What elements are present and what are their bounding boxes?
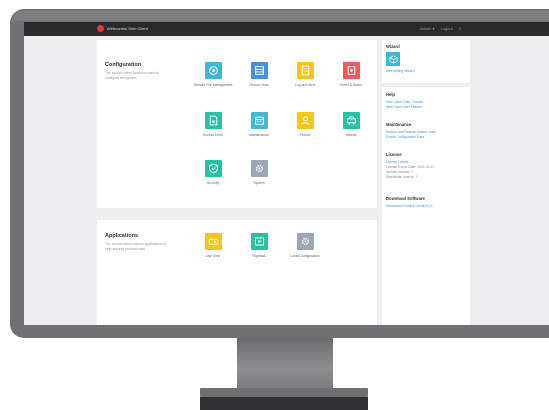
configuration-tile-label: Remote File Management: [193, 83, 233, 87]
wizard-block: Wizard New setting Wizard: [386, 44, 414, 74]
side-panel: Wizard New setting Wizard Help Web Clien…: [382, 40, 470, 325]
maintenance-block: Maintenance Backup and Restore System Da…: [386, 122, 436, 140]
alarm-icon: [342, 62, 360, 79]
applications-description: The section offers various applications …: [105, 242, 167, 251]
license-title: License: [386, 152, 402, 157]
configuration-tile[interactable]: Person: [285, 112, 325, 137]
person-icon: [296, 112, 314, 129]
top-bar: Webcontrol Web Client Admin ▾ Logout ≡: [24, 22, 549, 36]
download-link[interactable]: Webcontrol Control Client(V1.0): [386, 204, 432, 209]
help-title: Help: [386, 92, 396, 97]
applications-tile[interactable]: Live View: [193, 233, 233, 258]
brand[interactable]: Webcontrol Web Client: [97, 25, 148, 32]
storage-icon: [250, 62, 268, 79]
admin-menu[interactable]: Admin ▾: [420, 26, 434, 31]
configuration-tile-label: Event & Alarm: [340, 83, 362, 87]
file-lock-icon: [204, 112, 222, 129]
download-block: Download Software Webcontrol Control Cli…: [386, 196, 432, 209]
configuration-tile-label: Vehicle: [345, 133, 357, 137]
help-manual-link[interactable]: Web Client User Manual: [386, 105, 423, 110]
configuration-tile-label: Maintenance: [249, 133, 269, 137]
download-title: Download Software: [386, 196, 425, 201]
vehicle-icon: [342, 112, 360, 129]
configuration-tile[interactable]: Remote File Management: [193, 62, 233, 87]
applications-tile-label: Local Configuration: [290, 254, 320, 258]
configuration-tile[interactable]: Security: [193, 160, 233, 185]
shield-icon: [204, 160, 222, 177]
license-block: License License Details License Expiry D…: [386, 152, 434, 180]
monitor-stand-base: [200, 388, 368, 397]
playback-icon: [250, 233, 268, 250]
applications-title: Applications: [105, 233, 139, 239]
wizard-link[interactable]: New setting Wizard: [386, 69, 414, 74]
license-deactivate: Deactivate License: ?: [386, 175, 418, 179]
configuration-title: Configuration: [105, 62, 142, 68]
wizard-title: Wizard: [386, 44, 400, 49]
configuration-tile[interactable]: System: [239, 160, 279, 185]
configuration-description: The section offers functions used to con…: [105, 71, 159, 80]
wizard-icon[interactable]: [386, 52, 400, 66]
camera-icon: [204, 233, 222, 250]
configuration-tile[interactable]: Event & Alarm: [331, 62, 371, 87]
maintenance-title: Maintenance: [386, 122, 412, 127]
configuration-tile-label: Log and Alert: [295, 83, 315, 87]
side-separator: [382, 83, 470, 87]
background-area: [470, 40, 549, 325]
gear-icon: [250, 160, 268, 177]
settings-icon: [296, 233, 314, 250]
section-divider: [97, 208, 377, 220]
applications-tile[interactable]: Playback: [239, 233, 279, 258]
app-title: Webcontrol Web Client: [107, 26, 148, 31]
configuration-tile[interactable]: Vehicle: [331, 112, 371, 137]
export-link[interactable]: Export Configuration Data: [386, 135, 436, 140]
configuration-tile[interactable]: Access Level: [193, 112, 233, 137]
applications-tile[interactable]: Local Configuration: [285, 233, 325, 258]
configuration-tile-label: System: [253, 181, 265, 185]
applications-tile-label: Playback: [252, 254, 266, 258]
top-nav: Admin ▾ Logout ≡: [420, 26, 461, 31]
monitor-bezel-highlight: [12, 11, 549, 21]
applications-tile-label: Live View: [205, 254, 221, 258]
configuration-tile[interactable]: Log and Alert: [285, 62, 325, 87]
gear-globe-icon: [204, 62, 222, 79]
logout-link[interactable]: Logout: [440, 26, 452, 31]
configuration-tile[interactable]: Maintenance: [239, 112, 279, 137]
configuration-tile-label: Security: [206, 181, 220, 185]
logo-icon: [97, 25, 104, 32]
configuration-tile[interactable]: Record View: [239, 62, 279, 87]
help-block: Help Web Client Video Tutorial Web Clien…: [386, 92, 423, 110]
configuration-tile-label: Person: [299, 133, 311, 137]
configuration-tile-label: Access Level: [203, 133, 223, 137]
configuration-tile-label: Record View: [249, 83, 269, 87]
calendar-icon: [250, 112, 268, 129]
document-icon: [296, 62, 314, 79]
main-panel: Configuration The section offers functio…: [97, 40, 377, 325]
monitor-stand-foot: [200, 397, 368, 410]
monitor-stand-neck: [237, 338, 333, 388]
menu-icon[interactable]: ≡: [459, 26, 461, 31]
monitor-screen: Webcontrol Web Client Admin ▾ Logout ≡ C…: [24, 22, 549, 325]
